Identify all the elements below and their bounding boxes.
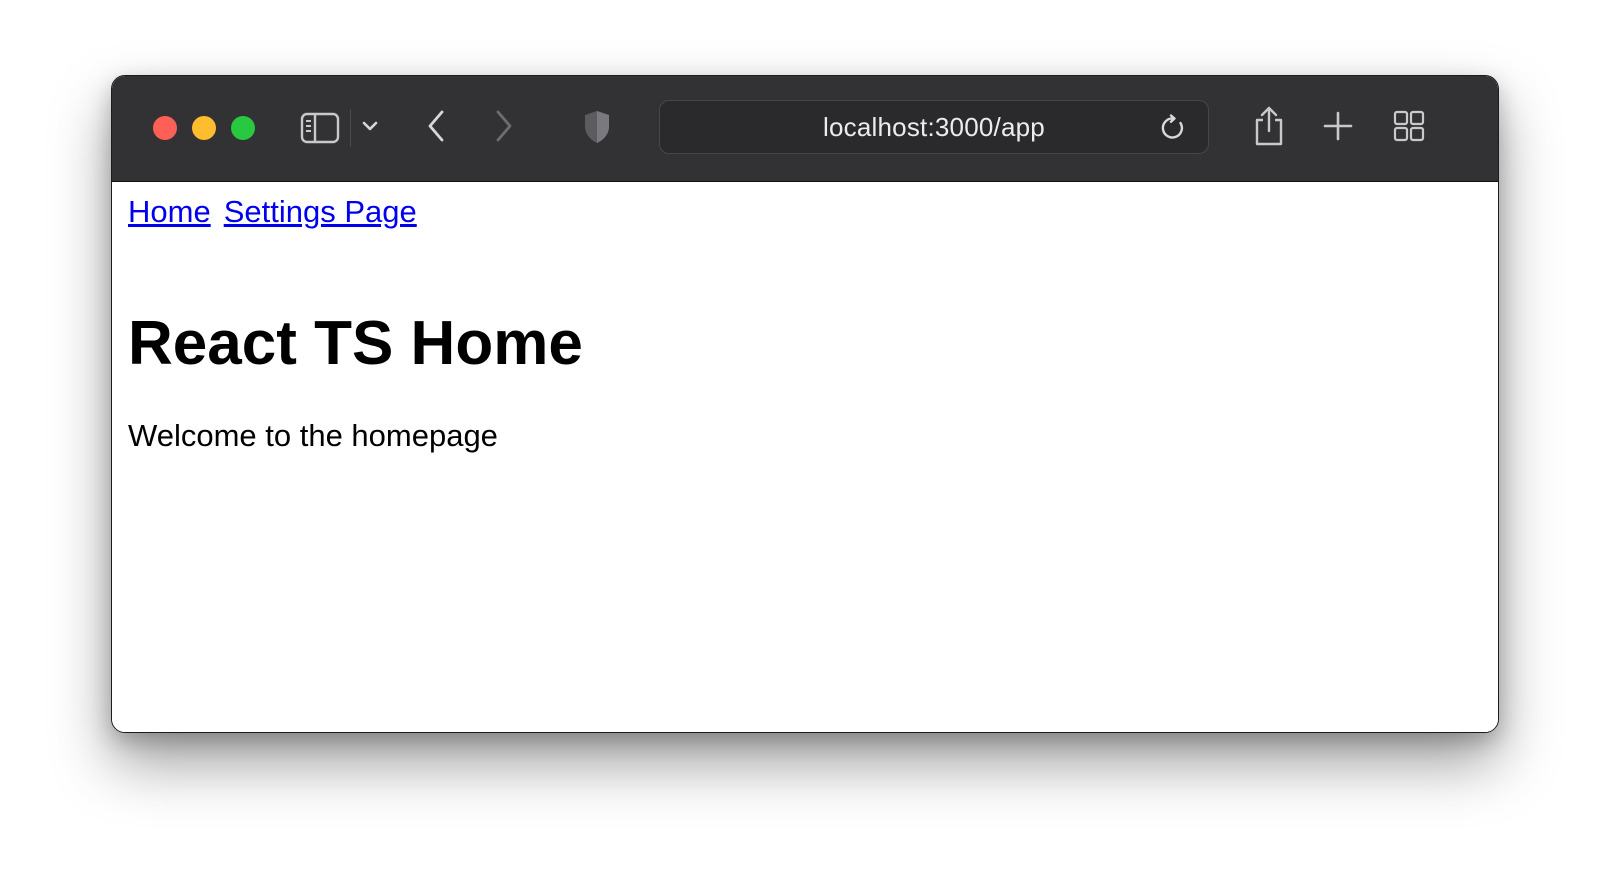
nav-link-settings[interactable]: Settings Page — [224, 194, 417, 229]
maximize-window-button[interactable] — [231, 116, 255, 140]
page-title: React TS Home — [128, 309, 583, 378]
address-text[interactable]: localhost:3000/app — [660, 101, 1208, 155]
forward-icon[interactable] — [490, 106, 518, 146]
browser-window: localhost:3000/app Home Settings Page Re… — [111, 75, 1499, 733]
address-bar[interactable]: localhost:3000/app — [659, 100, 1209, 154]
page-content: Home Settings Page React TS Home Welcome … — [112, 182, 1498, 732]
toolbar-divider — [350, 109, 351, 147]
top-nav: Home Settings Page — [128, 194, 430, 230]
desktop-background: localhost:3000/app Home Settings Page Re… — [0, 0, 1608, 878]
new-tab-icon[interactable] — [1322, 110, 1354, 142]
chevron-down-icon[interactable] — [360, 116, 380, 136]
back-icon[interactable] — [422, 106, 450, 146]
close-window-button[interactable] — [153, 116, 177, 140]
privacy-shield-icon[interactable] — [582, 108, 612, 146]
nav-link-home[interactable]: Home — [128, 194, 211, 229]
minimize-window-button[interactable] — [192, 116, 216, 140]
browser-toolbar: localhost:3000/app — [112, 76, 1498, 182]
reload-icon[interactable] — [1159, 113, 1187, 143]
sidebar-icon[interactable] — [300, 108, 340, 148]
share-icon[interactable] — [1252, 104, 1286, 148]
tab-overview-icon[interactable] — [1392, 109, 1426, 143]
welcome-text: Welcome to the homepage — [128, 418, 498, 453]
